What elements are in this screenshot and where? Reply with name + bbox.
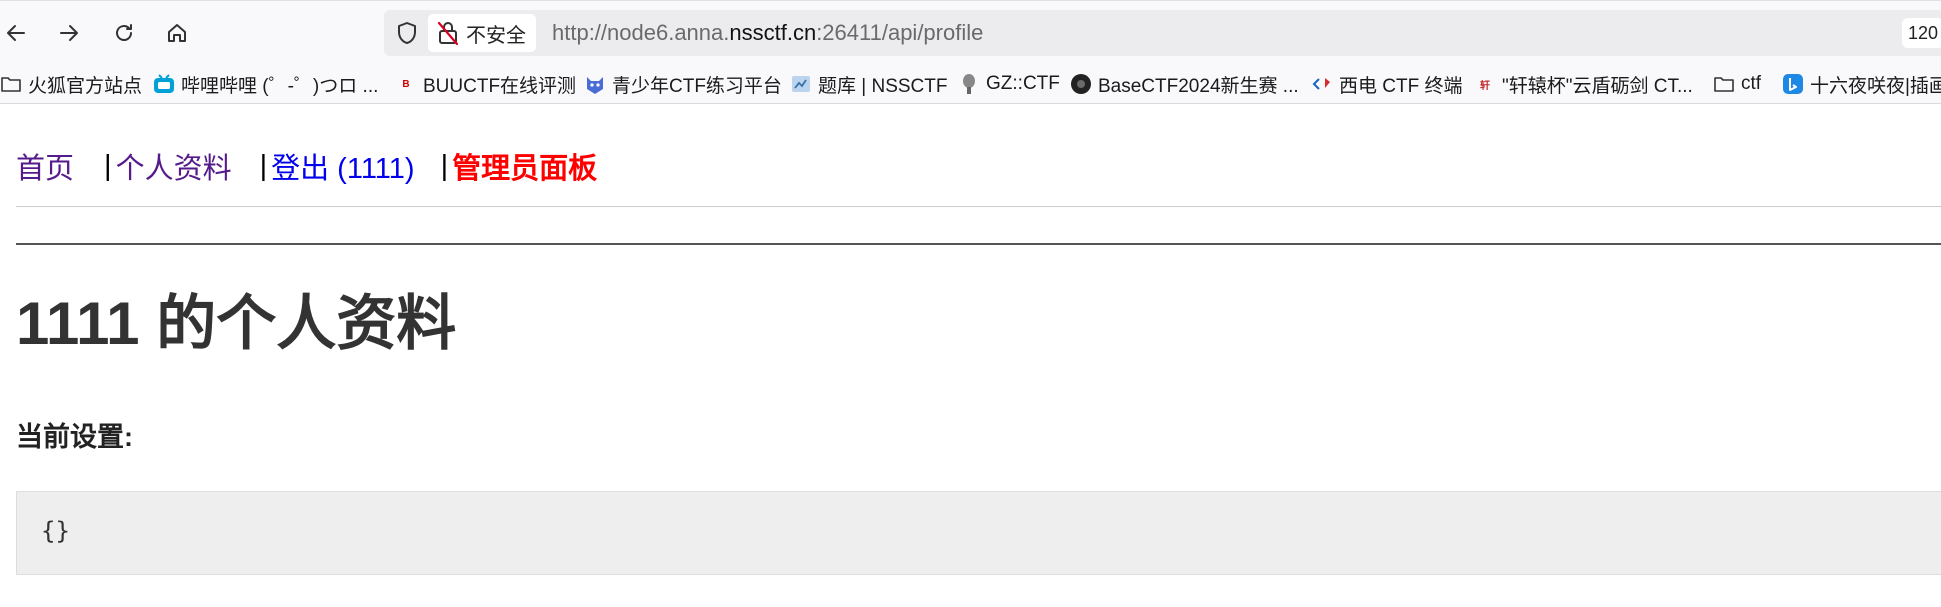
bookmark-item[interactable]: ctf — [1713, 64, 1762, 103]
bookmark-item[interactable]: 西电 CTF 终端 — [1311, 64, 1463, 103]
bookmark-label: 青少年CTF练习平台 — [612, 75, 782, 97]
bookmark-item[interactable]: BaseCTF2024新生赛 ... — [1070, 64, 1299, 103]
settings-json-value: {} — [41, 517, 70, 545]
bookmark-item[interactable]: 轩 "轩辕杯"云盾砺剑 CT... — [1474, 64, 1693, 103]
qsnctf-icon — [584, 73, 606, 95]
browser-toolbar: 不安全 http://node6.anna.nssctf.cn:26411/ap… — [0, 0, 1941, 64]
page-content: 首页 | 个人资料 | 登出 (1111) | 管理员面板 1111 的个人资料… — [0, 104, 1941, 607]
bookmark-label: GZ::CTF — [986, 73, 1060, 94]
bookmark-label: 题库 | NSSCTF — [818, 75, 948, 97]
bookmark-label: 哔哩哔哩 (゜-゜)つロ ... — [181, 75, 379, 97]
nav-home-link[interactable]: 首页 — [16, 145, 74, 187]
url-host: nssctf.cn — [729, 20, 817, 45]
horizontal-rule — [16, 243, 1941, 245]
nav-separator: | — [259, 149, 268, 182]
nav-separator: | — [440, 149, 449, 182]
bookmark-item[interactable]: 十六夜咲夜|插画 — [1782, 64, 1941, 103]
nav-profile-link[interactable]: 个人资料 — [116, 145, 232, 187]
settings-heading: 当前设置: — [16, 422, 133, 452]
security-label: 不安全 — [466, 22, 526, 47]
url-prefix: http://node6.anna. — [552, 20, 730, 45]
bookmarks-bar: 火狐官方站点 哔哩哔哩 (゜-゜)つロ ... B BUUCTF在线评测 青少年… — [0, 64, 1941, 104]
bookmark-label: 十六夜咲夜|插画 — [1810, 75, 1941, 97]
buuctf-icon: B — [402, 78, 410, 90]
reload-icon — [116, 24, 132, 41]
site-navigation: 首页 | 个人资料 | 登出 (1111) | 管理员面板 — [16, 146, 597, 186]
gzctf-icon — [958, 73, 980, 95]
back-arrow-icon — [7, 25, 25, 41]
nssctf-icon — [790, 73, 812, 95]
bookmark-item[interactable]: 哔哩哔哩 (゜-゜)つロ ... — [153, 64, 379, 103]
insecure-lock-icon — [437, 21, 459, 46]
bookmark-label: 西电 CTF 终端 — [1339, 75, 1463, 97]
bing-icon — [1782, 73, 1804, 95]
address-bar[interactable]: 不安全 http://node6.anna.nssctf.cn:26411/ap… — [384, 10, 1941, 56]
bookmark-item[interactable]: 青少年CTF练习平台 — [584, 64, 782, 103]
folder-icon — [1713, 73, 1735, 95]
bookmark-item[interactable]: GZ::CTF — [958, 64, 1060, 103]
basectf-icon — [1070, 73, 1092, 95]
tracking-protection-icon[interactable] — [392, 18, 422, 48]
forward-arrow-icon — [60, 25, 78, 41]
bookmark-label: BaseCTF2024新生赛 ... — [1098, 75, 1299, 97]
site-security-indicator[interactable]: 不安全 — [428, 14, 536, 52]
nav-admin-link[interactable]: 管理员面板 — [452, 145, 597, 187]
bookmark-label: ctf — [1741, 73, 1762, 94]
url-text[interactable]: http://node6.anna.nssctf.cn:26411/api/pr… — [552, 10, 983, 56]
bookmark-label: BUUCTF在线评测 — [423, 75, 577, 97]
url-suffix: :26411/api/profile — [816, 20, 984, 45]
forward-button[interactable] — [51, 15, 87, 51]
settings-code-block: {} — [16, 491, 1941, 575]
xuanyuan-icon: 轩 — [1480, 80, 1490, 92]
page-title: 1111 的个人资料 — [16, 290, 457, 357]
nav-divider — [16, 206, 1941, 207]
bookmark-item[interactable]: 题库 | NSSCTF — [790, 64, 948, 103]
xidian-icon — [1311, 73, 1333, 95]
nav-separator: | — [104, 149, 112, 182]
nav-logout-link[interactable]: 登出 (1111) — [271, 145, 414, 187]
zoom-level-button[interactable]: 120 — [1902, 18, 1941, 48]
bilibili-icon — [153, 73, 175, 95]
back-button[interactable] — [0, 15, 34, 51]
bookmark-label: "轩辕杯"云盾砺剑 CT... — [1502, 75, 1693, 97]
home-button[interactable] — [159, 15, 195, 51]
bookmark-item[interactable]: B BUUCTF在线评测 — [395, 64, 577, 103]
folder-icon — [0, 73, 22, 95]
bookmark-item[interactable]: 火狐官方站点 — [0, 64, 143, 103]
bookmark-label: 火狐官方站点 — [28, 75, 143, 97]
home-icon — [168, 24, 186, 42]
reload-button[interactable] — [106, 15, 142, 51]
